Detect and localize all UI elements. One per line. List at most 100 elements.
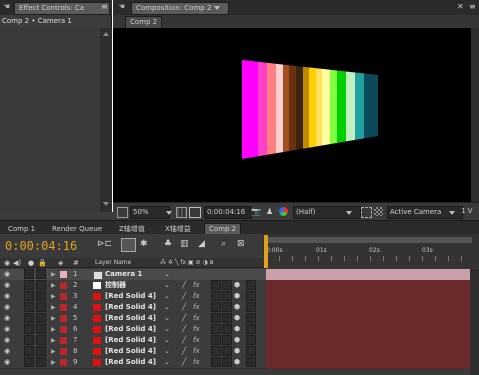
quality-switch-icon[interactable]: ╱ (182, 346, 186, 357)
composition-viewer[interactable] (113, 28, 471, 202)
expand-triangle-icon[interactable]: ▶ (51, 302, 56, 313)
solo-toggle[interactable] (24, 269, 34, 279)
lock-toggle[interactable] (36, 324, 46, 334)
work-area-bar[interactable] (267, 237, 472, 243)
label-color-swatch[interactable] (60, 293, 67, 300)
chevron-down-icon[interactable] (214, 6, 220, 10)
label-color-swatch[interactable] (60, 271, 67, 278)
layer-name[interactable]: [Red Solid 4] (105, 291, 156, 302)
eye-icon[interactable]: ◉ (4, 335, 10, 346)
lock-toggle[interactable] (36, 269, 46, 279)
current-time[interactable]: 0:00:04:16 (5, 239, 77, 253)
shy-switch-icon[interactable]: ⌄ (164, 313, 170, 324)
parent-toggle[interactable] (246, 291, 256, 301)
motion-blur-toggle[interactable] (211, 324, 221, 334)
label-color-swatch[interactable] (60, 304, 67, 311)
layer-name[interactable]: [Red Solid 4] (105, 324, 156, 335)
lock-toggle[interactable] (36, 313, 46, 323)
adjustment-toggle[interactable] (222, 357, 232, 367)
3d-layer-icon[interactable]: ⬢ (234, 335, 240, 346)
lock-toggle[interactable] (36, 346, 46, 356)
label-color-swatch[interactable] (60, 337, 67, 344)
parent-toggle[interactable] (246, 324, 256, 334)
adjustment-toggle[interactable] (222, 346, 232, 356)
quality-switch-icon[interactable]: ╱ (182, 335, 186, 346)
expand-triangle-icon[interactable]: ▶ (51, 291, 56, 302)
expand-triangle-icon[interactable]: ▶ (51, 335, 56, 346)
time-ruler[interactable]: 0:00s 01s 02s 03s (263, 234, 479, 268)
3d-layer-icon[interactable]: ⬢ (234, 291, 240, 302)
parent-toggle[interactable] (246, 346, 256, 356)
shy-switch-icon[interactable]: ⌄ (164, 269, 170, 280)
adjustment-toggle[interactable] (222, 280, 232, 290)
eye-icon[interactable]: ◉ (4, 280, 10, 291)
eye-icon[interactable]: ◉ (4, 313, 10, 324)
expand-triangle-icon[interactable]: ▶ (51, 324, 56, 335)
solo-toggle[interactable] (24, 357, 34, 367)
expand-triangle-icon[interactable]: ▶ (51, 313, 56, 324)
search-icon[interactable]: ⌕ (221, 239, 231, 249)
lock-toggle[interactable] (36, 335, 46, 345)
shy-switch-icon[interactable]: ⌄ (164, 335, 170, 346)
fx-icon[interactable]: fx (193, 324, 200, 335)
region-of-interest-icon[interactable] (361, 207, 372, 218)
eye-icon[interactable]: ◉ (4, 302, 10, 313)
transparency-grid-icon[interactable] (374, 207, 383, 216)
label-color-swatch[interactable] (60, 282, 67, 289)
layer-name[interactable]: [Red Solid 4] (105, 302, 156, 313)
chevron-down-icon[interactable] (449, 211, 455, 215)
eye-icon[interactable]: ◉ (4, 291, 10, 302)
shy-icon[interactable]: ♣ (164, 239, 176, 249)
layer-name[interactable]: [Red Solid 4] (105, 346, 156, 357)
composition-mini-flowchart-icon[interactable]: ⊳⊏ (97, 240, 112, 249)
layer-name[interactable]: 控制器 (105, 280, 126, 291)
label-color-swatch[interactable] (60, 359, 67, 366)
lock-toggle[interactable] (36, 291, 46, 301)
live-update-icon[interactable] (121, 238, 136, 252)
composition-right-scroll[interactable] (471, 28, 479, 202)
label-color-swatch[interactable] (60, 348, 67, 355)
shy-switch-icon[interactable]: ⌄ (164, 291, 170, 302)
adjustment-toggle[interactable] (222, 335, 232, 345)
draft-3d-icon[interactable]: ✱ (140, 239, 152, 249)
current-time-indicator[interactable] (264, 235, 268, 268)
solo-toggle[interactable] (24, 346, 34, 356)
expand-triangle-icon[interactable]: ▶ (51, 346, 56, 357)
scroll-down-icon[interactable] (103, 202, 109, 206)
shy-switch-icon[interactable]: ⌄ (164, 346, 170, 357)
tab-effect-controls[interactable]: Effect Controls: Ca (14, 2, 110, 15)
parent-toggle[interactable] (246, 302, 256, 312)
parent-toggle[interactable] (246, 335, 256, 345)
zoom-select[interactable]: 50% (130, 206, 170, 219)
quality-switch-icon[interactable]: ╱ (182, 302, 186, 313)
menu-icon[interactable]: ≡ (101, 3, 110, 11)
adjustment-toggle[interactable] (222, 324, 232, 334)
quality-switch-icon[interactable]: ╱ (182, 324, 186, 335)
lock-toggle[interactable] (36, 302, 46, 312)
motion-blur-toggle[interactable] (211, 302, 221, 312)
quality-switch-icon[interactable]: ╱ (182, 313, 186, 324)
quality-switch-icon[interactable]: ╱ (182, 291, 186, 302)
solo-toggle[interactable] (24, 291, 34, 301)
timecode-display[interactable]: 0:00:04:16 (204, 206, 252, 219)
motion-blur-icon[interactable]: ◢ (198, 239, 210, 249)
solo-toggle[interactable] (24, 280, 34, 290)
fx-icon[interactable]: fx (193, 280, 200, 291)
adjustment-toggle[interactable] (222, 313, 232, 323)
layer-name[interactable]: [Red Solid 4] (105, 357, 156, 368)
3d-layer-icon[interactable]: ⬢ (234, 302, 240, 313)
quality-switch-icon[interactable]: ╱ (182, 357, 186, 368)
eye-icon[interactable]: ◉ (4, 346, 10, 357)
fx-icon[interactable]: fx (193, 302, 200, 313)
eye-icon[interactable]: ◉ (4, 357, 10, 368)
layer-name[interactable]: [Red Solid 4] (105, 313, 156, 324)
fx-icon[interactable]: fx (193, 291, 200, 302)
lock-toggle[interactable] (36, 357, 46, 367)
color-channel-icon[interactable] (279, 207, 288, 216)
3d-layer-icon[interactable]: ⬢ (234, 357, 240, 368)
expand-triangle-icon[interactable]: ▶ (51, 357, 56, 368)
parent-toggle[interactable] (246, 280, 256, 290)
parent-toggle[interactable] (246, 357, 256, 367)
eye-icon[interactable]: ◉ (4, 324, 10, 335)
solo-toggle[interactable] (24, 335, 34, 345)
